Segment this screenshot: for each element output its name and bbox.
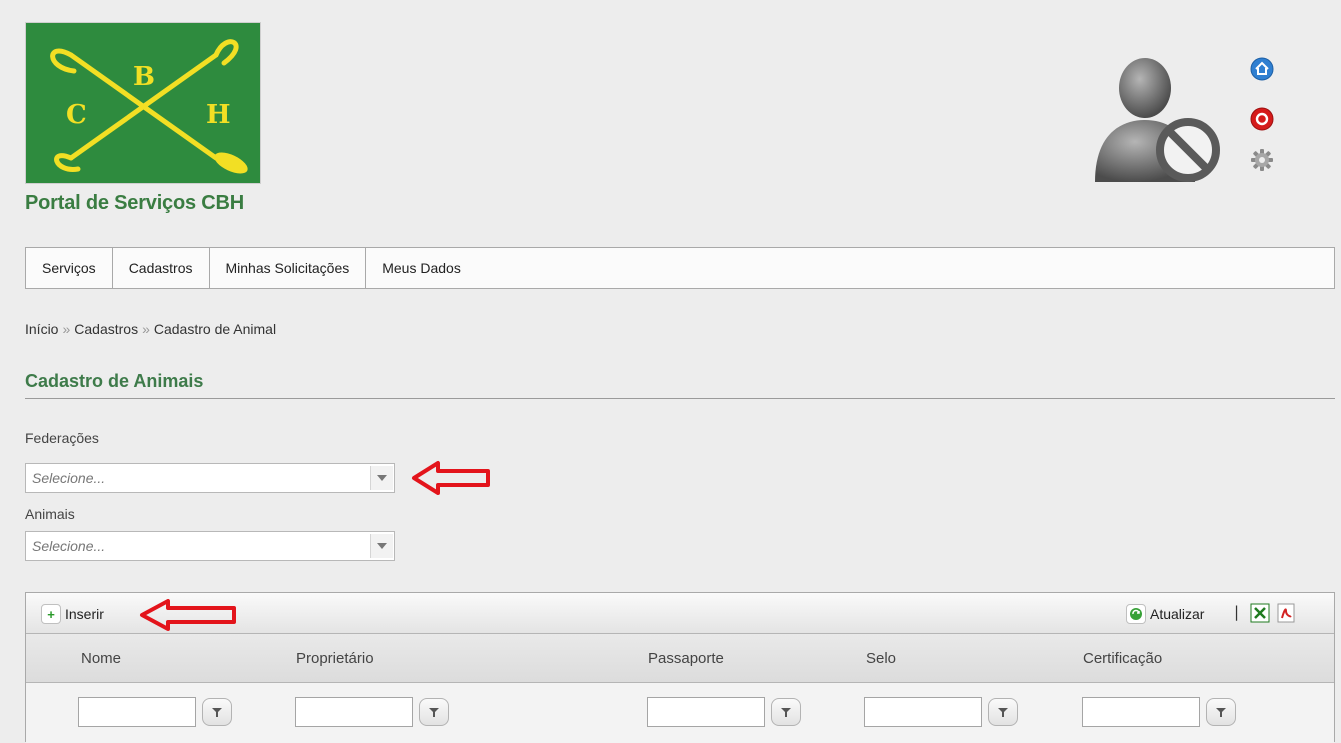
menu-cadastros[interactable]: Cadastros [113, 248, 210, 288]
plus-icon: + [41, 604, 61, 624]
breadcrumb: Início» Cadastros» Cadastro de Animal [25, 321, 276, 337]
refresh-button[interactable]: Atualizar [1126, 604, 1204, 624]
federacoes-label: Federações [25, 430, 99, 446]
menu-servicos[interactable]: Serviços [26, 248, 113, 288]
logo-letter-c: C [66, 100, 87, 130]
user-avatar [1090, 50, 1220, 185]
page-title: Cadastro de Animais [25, 371, 204, 391]
filter-nome [78, 697, 232, 727]
breadcrumb-current: Cadastro de Animal [153, 321, 277, 337]
insert-button[interactable]: + Inserir [41, 604, 104, 624]
filter-selo-input[interactable] [864, 697, 982, 727]
column-selo[interactable]: Selo [866, 650, 896, 667]
federacoes-placeholder: Selecione... [32, 470, 106, 486]
filter-proprietario [295, 697, 449, 727]
filter-icon[interactable] [202, 698, 232, 726]
logo-emblem: B C H [50, 39, 248, 174]
site-title: Portal de Serviços CBH [25, 192, 245, 214]
animais-select[interactable]: Selecione... [25, 531, 395, 561]
toolbar-separator: | [1234, 603, 1240, 621]
column-certificacao[interactable]: Certificação [1083, 650, 1162, 667]
filter-passaporte-input[interactable] [647, 697, 765, 727]
filter-certificacao-input[interactable] [1082, 697, 1200, 727]
chevron-down-icon[interactable] [370, 466, 393, 490]
filter-nome-input[interactable] [78, 697, 196, 727]
filter-icon[interactable] [419, 698, 449, 726]
insert-label: Inserir [65, 606, 104, 622]
red-arrow-annotation [140, 599, 236, 631]
logo-letter-h: H [206, 100, 231, 130]
filter-certificacao [1082, 697, 1236, 727]
refresh-icon [1126, 604, 1146, 624]
breadcrumb-separator: » [142, 321, 150, 337]
grid-header: Nome Proprietário Passaporte Selo Certif… [26, 634, 1334, 683]
grid-filter-row [26, 683, 1334, 743]
excel-export-icon[interactable] [1250, 603, 1270, 627]
column-nome[interactable]: Nome [81, 650, 121, 667]
grid-toolbar: + Inserir Atualizar | [26, 593, 1334, 634]
filter-passaporte [647, 697, 801, 727]
filter-selo [864, 697, 1018, 727]
animais-placeholder: Selecione... [32, 538, 106, 554]
breadcrumb-cadastros[interactable]: Cadastros [74, 321, 138, 337]
menu-minhas-solicitacoes[interactable]: Minhas Solicitações [210, 248, 367, 288]
red-arrow-annotation [412, 461, 490, 495]
cbh-logo: B C H [25, 22, 261, 184]
logo-letter-b: B [133, 62, 155, 92]
animais-label: Animais [25, 506, 75, 522]
pdf-export-icon[interactable] [1276, 603, 1296, 627]
column-passaporte[interactable]: Passaporte [648, 650, 724, 667]
main-menu: Serviços Cadastros Minhas Solicitações M… [25, 247, 1335, 289]
title-divider [25, 398, 1335, 399]
menu-meus-dados[interactable]: Meus Dados [366, 248, 477, 288]
gear-icon[interactable] [1250, 148, 1274, 172]
filter-icon[interactable] [1206, 698, 1236, 726]
power-icon[interactable] [1250, 107, 1274, 131]
filter-icon[interactable] [988, 698, 1018, 726]
breadcrumb-separator: » [62, 321, 71, 337]
home-icon[interactable] [1250, 57, 1274, 81]
chevron-down-icon[interactable] [370, 534, 393, 558]
breadcrumb-inicio[interactable]: Início [25, 321, 58, 337]
filter-icon[interactable] [771, 698, 801, 726]
federacoes-select[interactable]: Selecione... [25, 463, 395, 493]
refresh-label: Atualizar [1150, 606, 1205, 622]
filter-proprietario-input[interactable] [295, 697, 413, 727]
animals-grid: + Inserir Atualizar | Nome Proprietário … [25, 592, 1335, 743]
column-proprietario[interactable]: Proprietário [296, 650, 374, 667]
